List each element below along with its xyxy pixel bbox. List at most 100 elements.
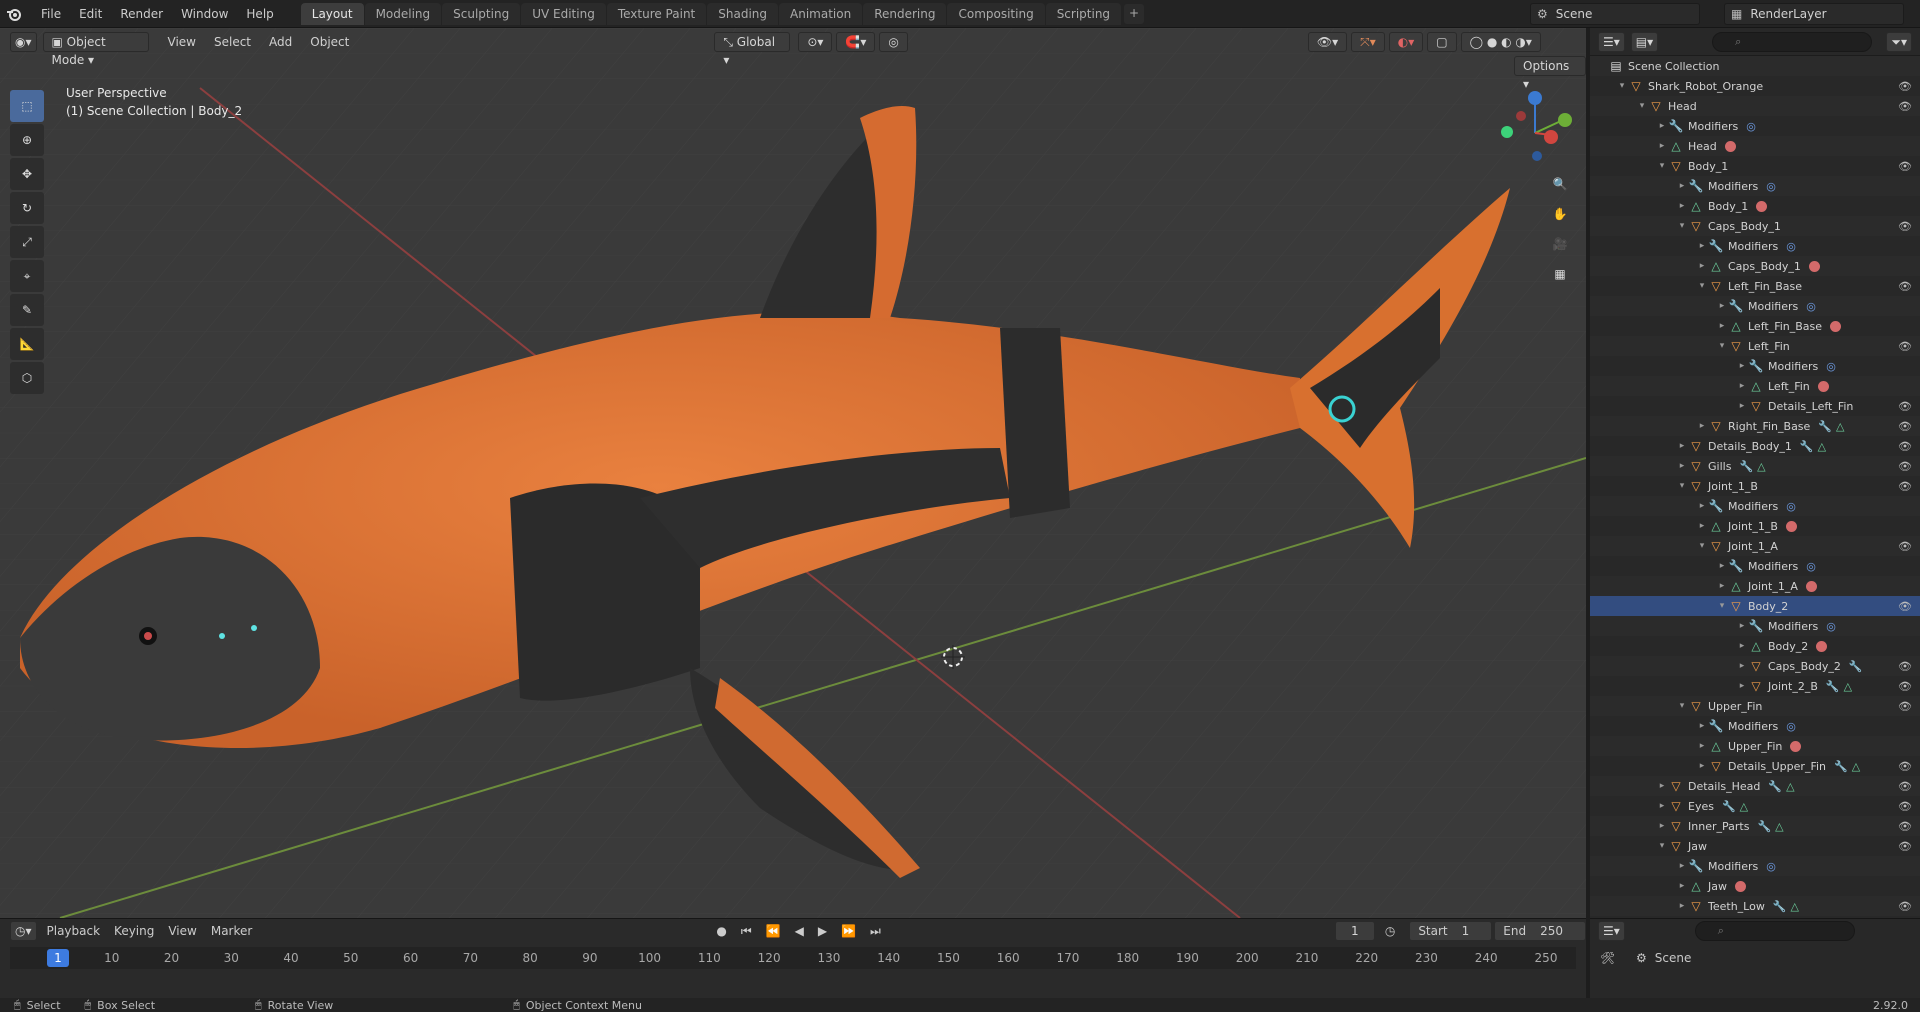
visibility-eye-icon[interactable]: 👁 <box>1898 820 1912 833</box>
expand-arrow-icon[interactable]: ▾ <box>1676 221 1688 231</box>
visibility-eye-icon[interactable]: 👁 <box>1898 340 1912 353</box>
expand-arrow-icon[interactable]: ▾ <box>1676 481 1688 491</box>
tab-scripting[interactable]: Scripting <box>1045 2 1122 25</box>
material-icon[interactable] <box>1805 580 1817 592</box>
visibility-eye-icon[interactable]: 👁 <box>1898 840 1912 853</box>
prev-keyframe-icon[interactable]: ⏪ <box>766 924 781 938</box>
outliner-row[interactable]: ▸ 🔧 Modifiers ◎ <box>1590 116 1920 136</box>
outliner-row[interactable]: ▸ 🔧 Modifiers ◎ <box>1590 616 1920 636</box>
expand-arrow-icon[interactable]: ▾ <box>1676 701 1688 711</box>
visibility-eye-icon[interactable]: 👁 <box>1898 900 1912 913</box>
modifier-icon[interactable]: ◎ <box>1806 560 1816 573</box>
visibility-eye-icon[interactable]: 👁 <box>1898 80 1912 93</box>
expand-arrow-icon[interactable]: ▸ <box>1696 761 1708 771</box>
tab-texture-paint[interactable]: Texture Paint <box>606 2 707 25</box>
visibility-eye-icon[interactable]: 👁 <box>1898 100 1912 113</box>
expand-arrow-icon[interactable]: ▸ <box>1676 181 1688 191</box>
expand-arrow-icon[interactable]: ▾ <box>1696 281 1708 291</box>
properties-search-input[interactable]: ⌕ <box>1694 921 1855 941</box>
expand-arrow-icon[interactable]: ▸ <box>1696 741 1708 751</box>
scene-selector[interactable]: ⚙ Scene <box>1530 3 1700 25</box>
expand-arrow-icon[interactable]: ▸ <box>1696 261 1708 271</box>
visibility-eye-icon[interactable]: 👁 <box>1898 540 1912 553</box>
menu-help[interactable]: Help <box>237 0 282 28</box>
outliner-row[interactable]: ▾ ▽ Head 👁 <box>1590 96 1920 116</box>
mesh-data-icon[interactable]: △ <box>1844 680 1852 693</box>
expand-arrow-icon[interactable]: ▸ <box>1736 641 1748 651</box>
mesh-data-icon[interactable]: △ <box>1836 420 1844 433</box>
expand-arrow-icon[interactable]: ▸ <box>1736 681 1748 691</box>
rotate-tool[interactable]: ↻ <box>10 192 44 224</box>
outliner-row[interactable]: ▾ ▽ Jaw 👁 <box>1590 836 1920 856</box>
visibility-button[interactable]: 👁▾ <box>1307 32 1348 52</box>
visibility-eye-icon[interactable]: 👁 <box>1898 700 1912 713</box>
outliner-row[interactable]: ▸ △ Jaw <box>1590 876 1920 896</box>
outliner-row[interactable]: ▸ 🔧 Modifiers ◎ <box>1590 556 1920 576</box>
expand-arrow-icon[interactable]: ▾ <box>1696 541 1708 551</box>
timeline-ruler[interactable]: 1 10 20 30 40 50 60 70 80 90 100 110 120 130 140 150 160… <box>10 947 1576 969</box>
outliner-row[interactable]: ▸ △ Left_Fin <box>1590 376 1920 396</box>
expand-arrow-icon[interactable]: ▸ <box>1676 201 1688 211</box>
outliner-row[interactable]: ▾ ▽ Left_Fin 👁 <box>1590 336 1920 356</box>
expand-arrow-icon[interactable]: ▾ <box>1616 81 1628 91</box>
viewport-menu-object[interactable]: Object <box>301 35 358 49</box>
ortho-toggle-button[interactable]: ▦ <box>1546 260 1574 288</box>
visibility-eye-icon[interactable]: 👁 <box>1898 280 1912 293</box>
record-button[interactable]: ● <box>716 924 726 938</box>
end-frame-field[interactable]: End 250 <box>1494 921 1586 941</box>
outliner-row[interactable]: ▸ ▽ Gills 🔧 △ 👁 <box>1590 456 1920 476</box>
play-reverse-icon[interactable]: ◀ <box>795 924 804 938</box>
expand-arrow-icon[interactable]: ▸ <box>1696 521 1708 531</box>
outliner-row[interactable]: ▸ ▽ Inner_Parts 🔧 △ 👁 <box>1590 816 1920 836</box>
orientation-dropdown[interactable]: ⤡ Global ▾ <box>714 32 791 67</box>
scale-tool[interactable]: ⤢ <box>10 226 44 258</box>
next-keyframe-icon[interactable]: ⏩ <box>841 924 856 938</box>
outliner-row[interactable]: ▸ 🔧 Modifiers ◎ <box>1590 496 1920 516</box>
expand-arrow-icon[interactable]: ▸ <box>1736 381 1748 391</box>
wrench-icon[interactable]: 🔧 <box>1834 760 1848 773</box>
expand-arrow-icon[interactable]: ▸ <box>1716 301 1728 311</box>
wrench-icon[interactable]: 🔧 <box>1768 780 1782 793</box>
visibility-eye-icon[interactable]: 👁 <box>1898 780 1912 793</box>
expand-arrow-icon[interactable]: ▸ <box>1676 461 1688 471</box>
modifier-icon[interactable]: ◎ <box>1826 620 1836 633</box>
tab-animation[interactable]: Animation <box>779 2 863 25</box>
outliner-row[interactable]: ▸ ▽ Details_Body_1 🔧 △ 👁 <box>1590 436 1920 456</box>
current-frame-field[interactable]: 1 <box>1334 921 1375 941</box>
snap-button[interactable]: 🧲▾ <box>836 32 876 52</box>
move-tool[interactable]: ✥ <box>10 158 44 190</box>
outliner-row[interactable]: ▾ ▽ Joint_1_B 👁 <box>1590 476 1920 496</box>
modifier-icon[interactable]: ◎ <box>1766 180 1776 193</box>
outliner-row[interactable]: ▾ ▽ Shark_Robot_Orange 👁 <box>1590 76 1920 96</box>
expand-arrow-icon[interactable]: ▸ <box>1736 361 1748 371</box>
properties-editor-type-button[interactable]: ☰▾ <box>1598 921 1625 941</box>
outliner-row[interactable]: ▸ 🔧 Modifiers ◎ <box>1590 176 1920 196</box>
outliner-row[interactable]: ▤ Scene Collection <box>1590 56 1920 76</box>
expand-arrow-icon[interactable]: ▸ <box>1716 561 1728 571</box>
outliner-row[interactable]: ▸ △ Joint_1_A <box>1590 576 1920 596</box>
material-icon[interactable] <box>1785 520 1797 532</box>
visibility-eye-icon[interactable]: 👁 <box>1898 760 1912 773</box>
mesh-data-icon[interactable]: △ <box>1740 800 1748 813</box>
outliner-row[interactable]: ▸ ▽ Joint_2_B 🔧 △ 👁 <box>1590 676 1920 696</box>
camera-view-button[interactable]: 🎥 <box>1546 230 1574 258</box>
tab-compositing[interactable]: Compositing <box>947 2 1045 25</box>
clock-icon[interactable]: ◷ <box>1385 924 1395 938</box>
gizmo-toggle-button[interactable]: ⤧▾ <box>1351 32 1385 52</box>
material-icon[interactable] <box>1724 140 1736 152</box>
expand-arrow-icon[interactable]: ▸ <box>1656 781 1668 791</box>
outliner-row[interactable]: ▾ ▽ Left_Fin_Base 👁 <box>1590 276 1920 296</box>
visibility-eye-icon[interactable]: 👁 <box>1898 480 1912 493</box>
expand-arrow-icon[interactable]: ▸ <box>1656 801 1668 811</box>
zoom-button[interactable]: 🔍 <box>1546 170 1574 198</box>
transform-tool[interactable]: ⌖ <box>10 260 44 292</box>
outliner-row[interactable]: ▾ ▽ Upper_Fin 👁 <box>1590 696 1920 716</box>
mesh-data-icon[interactable]: △ <box>1757 460 1765 473</box>
wrench-icon[interactable]: 🔧 <box>1722 800 1736 813</box>
material-icon[interactable] <box>1734 880 1746 892</box>
jump-end-icon[interactable]: ⏭ <box>870 924 881 939</box>
material-icon[interactable] <box>1756 200 1768 212</box>
wrench-icon[interactable]: 🔧 <box>1818 420 1832 433</box>
outliner-search-input[interactable]: ⌕ <box>1712 31 1873 52</box>
expand-arrow-icon[interactable]: ▸ <box>1696 721 1708 731</box>
